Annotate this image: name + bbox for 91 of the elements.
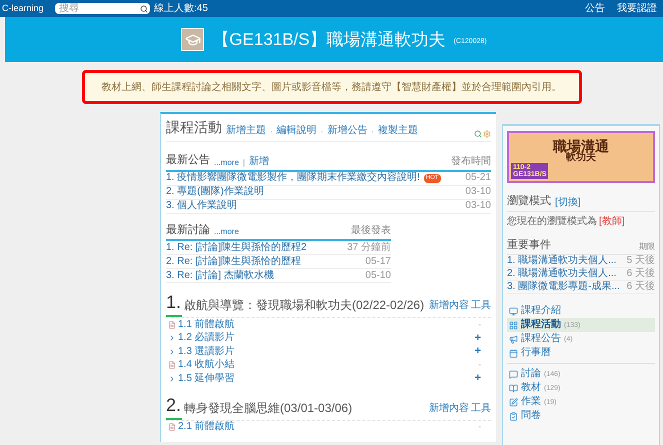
due-text: 6 天後: [626, 282, 655, 292]
date-text: 05-10: [365, 270, 391, 280]
menu-icon: [509, 306, 518, 316]
sidebar-heading: 瀏覽模式: [507, 194, 551, 209]
unit-link[interactable]: 1.2 必讀影片: [178, 333, 235, 344]
document-icon: [168, 423, 176, 432]
due-text: 6 天後: [626, 269, 655, 279]
date-text: 05-17: [365, 256, 391, 266]
mode-text: 您現在的瀏覽模式為: [507, 214, 597, 228]
list-link[interactable]: 1. 疫情影響團隊微電影製作，團隊期末作業繳交內容說明!: [166, 173, 420, 183]
panel-title: 課程活動: [166, 118, 222, 137]
expand-toggle[interactable]: +: [474, 346, 481, 358]
separator: ·: [320, 126, 324, 138]
switch-link[interactable]: [切換]: [555, 194, 581, 210]
date-text: 03-10: [465, 201, 491, 211]
list-link[interactable]: 3. 個人作業說明: [166, 201, 238, 211]
separator: |: [242, 156, 245, 168]
panel-link[interactable]: 編輯說明: [276, 123, 317, 138]
menu-icon: [509, 398, 518, 406]
list-link[interactable]: 3. Re: [討論] 杰蘭軟水機: [166, 270, 274, 280]
section-number: 1.: [166, 293, 182, 311]
panel-link[interactable]: 複製主題: [378, 123, 418, 138]
column-header: 期限: [639, 241, 655, 253]
unit-link[interactable]: 2.1 前體啟航: [178, 422, 235, 432]
search-field[interactable]: 搜尋: [55, 3, 150, 14]
list-link[interactable]: 2. 專題(團隊)作業說明: [166, 187, 264, 197]
event-link[interactable]: 3. 團隊微電影專題-成果...: [507, 282, 620, 292]
add-link[interactable]: 新增: [248, 154, 269, 168]
more-link[interactable]: ...more: [214, 156, 239, 168]
due-text: 5 天後: [626, 256, 655, 266]
section-title: 啟航與導覽：發現職場和軟功夫(02/22-02/26): [184, 299, 424, 311]
unit-link[interactable]: 1.4 收航小結: [178, 360, 235, 370]
banner-title: 職場溝通: [552, 139, 610, 153]
separator: ·: [270, 126, 273, 138]
tool-link[interactable]: 工具: [471, 404, 491, 414]
block-title: 最新討論: [166, 222, 210, 238]
search-icon[interactable]: [140, 4, 148, 12]
column-header: 發布時間: [451, 154, 491, 168]
menu-icon: [509, 348, 518, 358]
menu-label: 行事曆: [521, 348, 551, 358]
block-title: 最新公告: [166, 152, 210, 168]
panel-link[interactable]: 新增公告: [327, 123, 368, 138]
event-link[interactable]: 1. 職場溝通軟功夫個人...: [507, 256, 616, 266]
menu-label: 教材: [521, 383, 541, 393]
menu-item[interactable]: 行事曆: [507, 346, 655, 360]
date-text: 03-10: [465, 187, 491, 197]
banner-subtitle: 軟功夫: [566, 153, 596, 163]
top-link[interactable]: 我要認證: [617, 1, 657, 16]
menu-icon: [509, 334, 518, 344]
menu-icon: [509, 412, 518, 420]
chevron-icon[interactable]: [168, 374, 176, 383]
separator: ·: [371, 126, 374, 138]
column-header: 最後發表: [351, 224, 391, 238]
menu-label: 課程活動: [521, 320, 561, 330]
expand-toggle[interactable]: +: [474, 373, 481, 384]
date-text: 05-21: [465, 173, 491, 183]
more-link[interactable]: ...more: [214, 226, 239, 238]
menu-label: 討論: [521, 369, 541, 379]
menu-label: 課程介紹: [521, 306, 561, 316]
menu-item[interactable]: 問卷: [507, 409, 655, 423]
section-title: 轉身發現全腦思維(03/01-03/06): [184, 402, 352, 414]
menu-icon: [509, 320, 518, 330]
unit-link[interactable]: 1.5 延伸學習: [178, 374, 235, 384]
menu-label: 作業: [521, 397, 541, 407]
menu-label: 問卷: [521, 411, 541, 421]
menu-icon: [509, 370, 518, 378]
menu-icon: [509, 384, 518, 392]
notice-text: 教材上網、師生課程討論之相關文字、圖片或影音檔等，務請遵守【智慧財產權】並於合理範圍內引用。: [100, 80, 562, 94]
mode-value: [教師]: [599, 214, 625, 228]
section-number: 2.: [166, 396, 182, 414]
course-title: 【GE131B/S】職場溝通軟功夫: [212, 28, 446, 51]
panel-link[interactable]: 新增主題: [226, 123, 266, 138]
top-link[interactable]: 公告: [585, 1, 605, 16]
unit-link[interactable]: 1.3 選讀影片: [178, 346, 235, 357]
tool-link[interactable]: 工具: [471, 301, 491, 311]
document-icon: [168, 361, 176, 370]
unit-link[interactable]: 1.1 前體啟航: [178, 320, 235, 330]
online-count: 線上人數:45: [154, 2, 208, 16]
brand-text[interactable]: C-learning: [2, 2, 52, 16]
event-link[interactable]: 2. 職場溝通軟功夫個人...: [507, 269, 616, 279]
date-text: 37 分鐘前: [347, 242, 391, 252]
tool-link[interactable]: 新增內容: [429, 404, 469, 414]
list-link[interactable]: 1. Re: [討論]陳生與孫恰的歷程2: [166, 242, 307, 252]
document-icon: [168, 320, 176, 329]
list-link[interactable]: 2. Re: [討論]陳生與孫恰的歷程: [166, 256, 302, 266]
graduation-cap-icon: [184, 32, 201, 48]
sidebar-heading: 重要事件: [507, 238, 551, 252]
menu-item[interactable]: 課程介紹: [507, 304, 655, 318]
expand-toggle[interactable]: +: [474, 332, 481, 344]
menu-label: 課程公告: [521, 334, 561, 344]
tool-link[interactable]: 新增內容: [429, 301, 469, 311]
